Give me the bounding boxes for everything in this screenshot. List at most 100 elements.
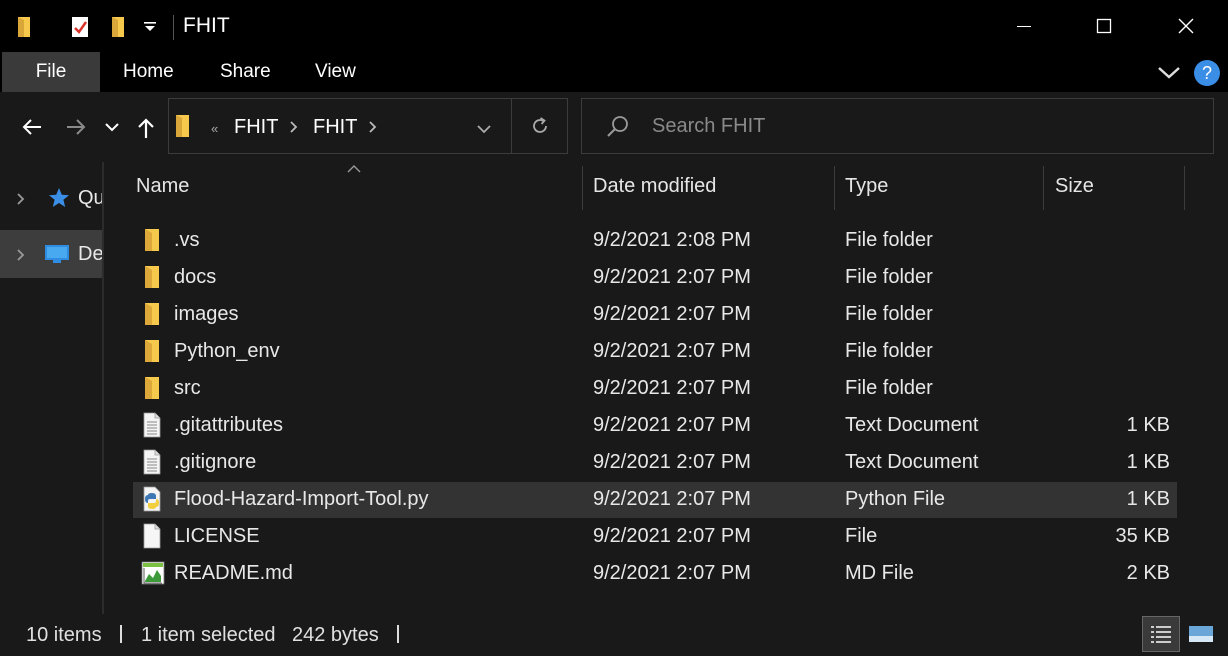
item-count: 10 items <box>26 624 102 646</box>
file-size: 1 KB <box>1126 414 1170 436</box>
search-box[interactable]: Search FHIT <box>581 98 1214 154</box>
help-icon[interactable]: ? <box>1194 60 1220 86</box>
nav-item-label: Qu <box>78 187 102 209</box>
file-name: README.md <box>174 562 293 584</box>
file-row[interactable]: .gitattributes 9/2/2021 2:07 PM Text Docum… <box>133 408 1177 444</box>
file-type: File folder <box>845 229 933 251</box>
status-bar: 10 items 1 item selected 242 bytes <box>0 614 1228 656</box>
file-date-modified: 9/2/2021 2:07 PM <box>593 303 751 325</box>
chevron-right-icon[interactable] <box>16 248 26 262</box>
file-row[interactable]: Flood-Hazard-Import-Tool.py 9/2/2021 2:07… <box>133 482 1177 518</box>
ribbon: File Home Share View ? <box>0 52 1228 92</box>
file-size: 1 KB <box>1126 488 1170 510</box>
tab-view[interactable]: View <box>315 52 356 92</box>
selection-size: 242 bytes <box>292 624 379 646</box>
properties-icon[interactable] <box>66 14 94 40</box>
chevron-right-icon[interactable] <box>368 120 378 139</box>
folder-icon <box>141 375 163 406</box>
folder-icon <box>141 338 163 369</box>
up-button[interactable] <box>134 114 158 142</box>
file-size: 35 KB <box>1115 525 1170 547</box>
file-date-modified: 9/2/2021 2:07 PM <box>593 266 751 288</box>
column-header-type[interactable]: Type <box>845 175 888 198</box>
address-bar[interactable]: « FHIT FHIT <box>168 98 568 154</box>
selection-count: 1 item selected <box>141 624 276 646</box>
file-row[interactable]: .vs 9/2/2021 2:08 PM File folder <box>133 223 1177 259</box>
close-button[interactable] <box>1146 0 1226 52</box>
search-input[interactable]: Search FHIT <box>652 115 765 138</box>
file-name: docs <box>174 266 217 288</box>
back-button[interactable] <box>18 114 46 140</box>
column-divider[interactable] <box>1184 166 1185 210</box>
recent-locations-icon[interactable] <box>102 116 122 138</box>
file-row[interactable]: Python_env 9/2/2021 2:07 PM File folder <box>133 334 1177 370</box>
column-header-size[interactable]: Size <box>1055 175 1094 198</box>
overflow-breadcrumb[interactable]: « <box>211 121 218 136</box>
refresh-icon[interactable] <box>530 116 550 141</box>
folder-icon <box>173 113 193 144</box>
expand-ribbon-icon[interactable] <box>1156 62 1182 84</box>
search-icon <box>606 115 630 144</box>
nav-item-quick-access[interactable]: Qu <box>0 174 102 222</box>
column-divider[interactable] <box>834 166 835 210</box>
tab-file[interactable]: File <box>2 52 100 92</box>
file-type: Text Document <box>845 451 979 473</box>
file-row[interactable]: .gitignore 9/2/2021 2:07 PM Text Document 1… <box>133 445 1177 481</box>
details-view-button[interactable] <box>1142 616 1180 652</box>
breadcrumb-fhit-parent[interactable]: FHIT <box>234 116 278 139</box>
file-date-modified: 9/2/2021 2:07 PM <box>593 451 751 473</box>
folder-icon <box>10 14 38 40</box>
file-row[interactable]: docs 9/2/2021 2:07 PM File folder <box>133 260 1177 296</box>
title-bar: FHIT <box>0 0 1228 52</box>
file-type: MD File <box>845 562 914 584</box>
file-row[interactable]: LICENSE 9/2/2021 2:07 PM File 35 KB <box>133 519 1177 555</box>
file-size: 1 KB <box>1126 451 1170 473</box>
text-file-icon <box>141 412 163 443</box>
file-date-modified: 9/2/2021 2:08 PM <box>593 229 751 251</box>
maximize-button[interactable] <box>1064 0 1144 52</box>
file-type: File folder <box>845 303 933 325</box>
file-size: 2 KB <box>1126 562 1170 584</box>
desktop-icon <box>45 245 69 263</box>
nav-item-desktop[interactable]: De <box>0 230 102 278</box>
customize-toolbar-dropdown-icon[interactable] <box>140 14 160 40</box>
column-header-date-modified[interactable]: Date modified <box>593 175 716 198</box>
file-date-modified: 9/2/2021 2:07 PM <box>593 562 751 584</box>
blank-file-icon <box>141 523 163 554</box>
text-file-icon <box>141 449 163 480</box>
file-type: File folder <box>845 266 933 288</box>
forward-button[interactable] <box>62 114 90 140</box>
large-icons-view-button[interactable] <box>1184 618 1218 650</box>
details-view-icon <box>1151 626 1171 643</box>
file-row[interactable]: README.md 9/2/2021 2:07 PM MD File 2 KB <box>133 556 1177 592</box>
python-file-icon <box>141 486 163 517</box>
md-file-icon <box>141 560 165 591</box>
folder-icon <box>141 227 163 258</box>
status-separator <box>120 625 122 643</box>
file-row[interactable]: images 9/2/2021 2:07 PM File folder <box>133 297 1177 333</box>
file-name: images <box>174 303 239 325</box>
file-name: Python_env <box>174 340 280 362</box>
tab-share[interactable]: Share <box>220 52 271 92</box>
file-date-modified: 9/2/2021 2:07 PM <box>593 414 751 436</box>
minimize-button[interactable] <box>984 0 1064 52</box>
breadcrumb-fhit-current[interactable]: FHIT <box>313 116 357 139</box>
sort-ascending-icon <box>347 160 361 178</box>
file-name: LICENSE <box>174 525 260 547</box>
column-header-name[interactable]: Name <box>136 175 189 198</box>
title-separator <box>173 15 174 40</box>
column-divider[interactable] <box>582 166 583 210</box>
chevron-right-icon[interactable] <box>289 120 299 139</box>
window-title: FHIT <box>183 14 230 37</box>
column-divider[interactable] <box>1043 166 1044 210</box>
file-name: Flood-Hazard-Import-Tool.py <box>174 488 429 510</box>
chevron-right-icon[interactable] <box>16 192 26 206</box>
file-name: .gitignore <box>174 451 257 473</box>
tab-home[interactable]: Home <box>123 52 174 92</box>
address-history-dropdown-icon[interactable] <box>476 121 492 139</box>
file-date-modified: 9/2/2021 2:07 PM <box>593 488 751 510</box>
folder-icon <box>141 301 163 332</box>
file-date-modified: 9/2/2021 2:07 PM <box>593 377 751 399</box>
file-row[interactable]: src 9/2/2021 2:07 PM File folder <box>133 371 1177 407</box>
new-folder-icon[interactable] <box>104 14 132 40</box>
